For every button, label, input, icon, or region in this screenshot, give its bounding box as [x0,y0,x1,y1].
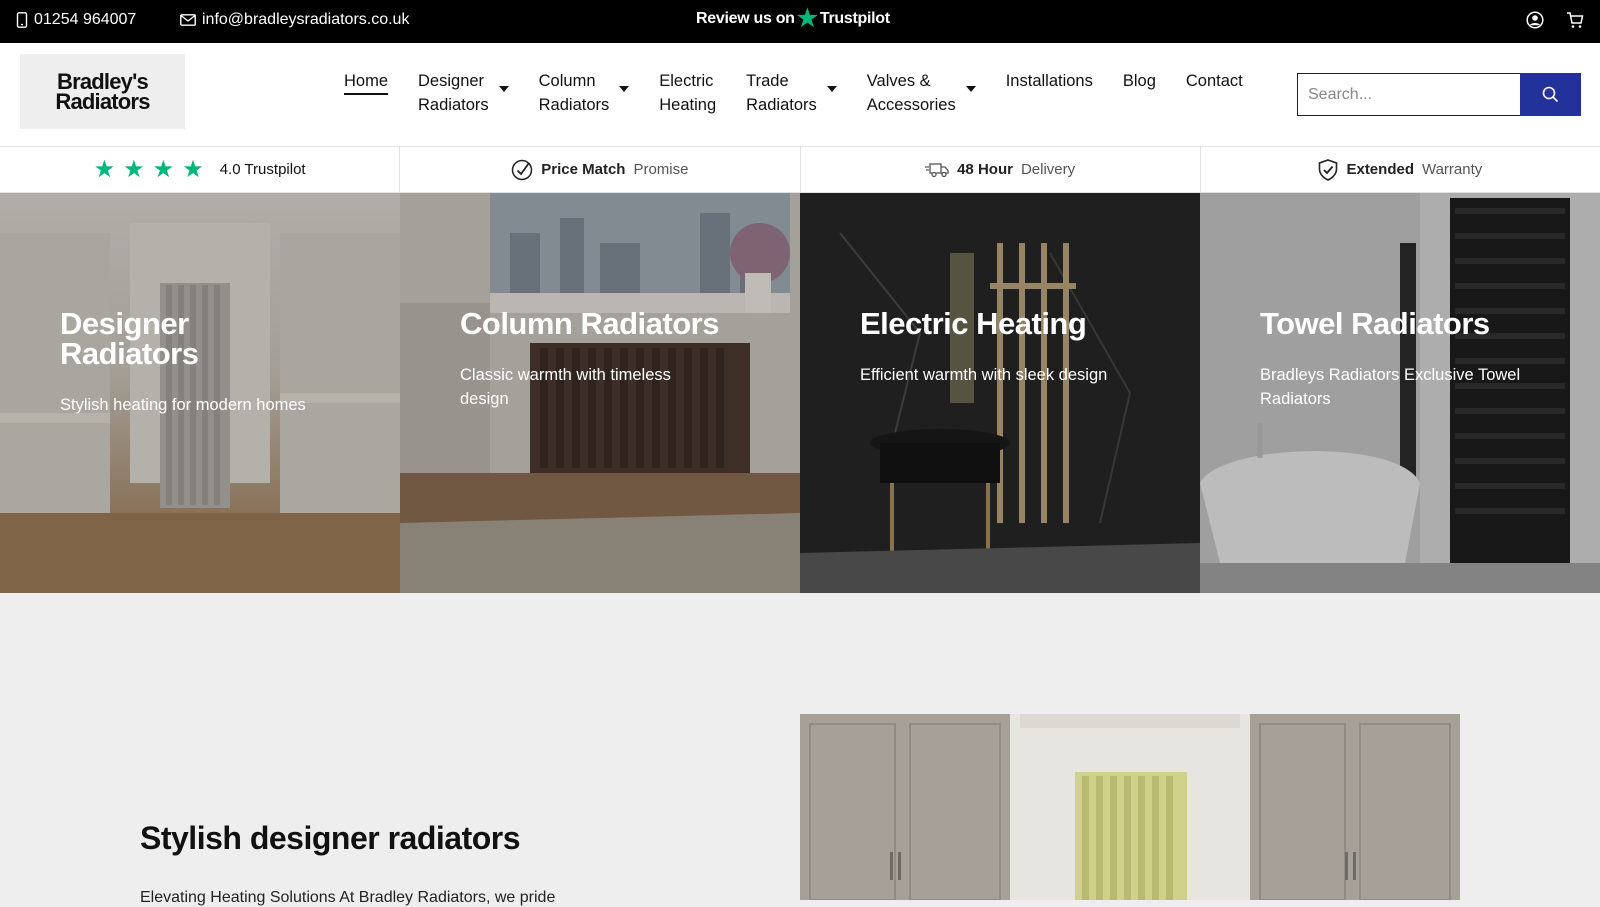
tile-electric-heating[interactable]: Electric Heating Efficient warmth with s… [800,193,1200,593]
nav-label: Electric Heating [659,72,717,114]
tile-title: Towel Radiators [1260,306,1490,341]
main-nav: Home Designer Radiators Column Radiators E… [344,69,1273,117]
account-icon[interactable] [1526,11,1544,29]
tile-subtitle: Stylish heating for modern homes [60,396,306,414]
caret-down-icon[interactable] [498,86,509,92]
nav-item-installations[interactable]: Installations [1006,69,1093,93]
tile-text: Electric Heating Efficient warmth with s… [860,306,1160,387]
nav-item-column-radiators[interactable]: Column Radiators [539,69,630,117]
nav-item-electric-heating[interactable]: Electric Heating [659,69,716,117]
nav-label: Contact [1185,72,1243,90]
nav-label: Installations [1005,72,1093,90]
review-prefix: Review us on [696,10,795,27]
tile-column-radiators[interactable]: Column Radiators Classic warmth with tim… [400,193,800,593]
usp-delivery: 48 Hour Delivery [801,147,1201,192]
tile-title: Electric Heating [860,306,1087,341]
nav-item-blog[interactable]: Blog [1123,69,1156,93]
nav-item-designer-radiators[interactable]: Designer Radiators [418,69,509,117]
nav-item-valves-accessories[interactable]: Valves & Accessories [867,69,976,117]
tile-text: Designer Radiators Stylish heating for m… [60,306,360,417]
tile-title: Column Radiators [460,306,719,341]
top-bar: 01254 964007 info@bradleysradiators.co.u… [0,0,1600,43]
tile-overlay [800,193,1200,593]
caret-down-icon[interactable] [826,86,837,92]
nav-label: Home [344,69,389,95]
email-link[interactable]: info@bradleysradiators.co.uk [180,11,409,29]
shield-check-icon [1319,158,1338,181]
nav-label: Blog [1122,72,1156,90]
phone-number: 01254 964007 [34,11,137,28]
tile-subtitle: Classic warmth with timeless design [460,366,671,408]
tile-subtitle: Efficient warmth with sleek design [860,366,1108,384]
caret-down-icon[interactable] [965,86,976,92]
phone-link[interactable]: 01254 964007 [16,11,136,29]
site-header: Bradley's Radiators Home Designer Radiato… [0,43,1600,147]
usp-trustpilot: ★★★★ 4.0 Trustpilot [0,147,401,192]
nav-item-trade-radiators[interactable]: Trade Radiators [746,69,837,117]
email-address: info@bradleysradiators.co.uk [202,11,410,28]
mail-icon [180,14,196,26]
search-form [1297,73,1581,116]
section-title: Stylish designer radiators [140,820,521,856]
nav-item-contact[interactable]: Contact [1186,69,1243,93]
designer-radiator-image [800,714,1460,900]
tile-text: Towel Radiators Bradleys Radiators Exclu… [1260,306,1560,411]
trustpilot-brand: Trustpilot [819,10,890,27]
caret-down-icon[interactable] [619,86,630,92]
delivery-truck-icon [925,162,949,177]
usp-strong: 4.0 Trustpilot [219,161,306,178]
usp-price-match: Price Match Promise [400,147,801,192]
nav-label: Trade Radiators [746,72,817,114]
tile-text: Column Radiators Classic warmth with tim… [460,306,760,411]
nav-label: Designer Radiators [418,72,489,114]
site-logo[interactable]: Bradley's Radiators [20,54,185,129]
search-icon [1542,86,1559,103]
nav-item-home[interactable]: Home [344,69,389,95]
category-tiles: Designer Radiators Stylish heating for m… [0,193,1600,593]
nav-label: Column Radiators [538,72,610,114]
search-button[interactable] [1520,73,1581,116]
usp-strip: ★★★★ 4.0 Trustpilot Price Match Promise … [0,147,1600,193]
usp-warranty: Extended Warranty [1201,147,1600,192]
section-text: Elevating Heating Solutions At Bradley R… [140,889,556,906]
cart-icon[interactable] [1566,11,1584,29]
trustpilot-star-icon: ★ [796,5,819,32]
feature-image [800,714,1460,900]
logo-line-2: Radiators [55,88,150,114]
usp-light: Warranty [1421,161,1483,178]
tile-towel-radiators[interactable]: Towel Radiators Bradleys Radiators Exclu… [1200,193,1600,593]
rating-stars-icon: ★★★★ [93,156,212,183]
usp-strong: Extended [1346,161,1414,178]
usp-light: Delivery [1020,161,1076,178]
check-circle-icon [512,159,533,180]
trustpilot-review-link[interactable]: Review us on ★ Trustpilot [696,5,890,32]
search-input[interactable] [1297,73,1520,116]
top-icons [1526,11,1584,29]
tile-subtitle: Bradleys Radiators Exclusive Towel Radia… [1260,366,1521,408]
nav-label: Valves & Accessories [866,72,956,114]
tile-designer-radiators[interactable]: Designer Radiators Stylish heating for m… [0,193,400,593]
tile-title: Designer Radiators [60,306,199,371]
phone-icon [16,12,28,28]
usp-light: Promise [633,161,689,178]
usp-strong: Price Match [541,161,626,178]
usp-strong: 48 Hour [957,161,1013,178]
